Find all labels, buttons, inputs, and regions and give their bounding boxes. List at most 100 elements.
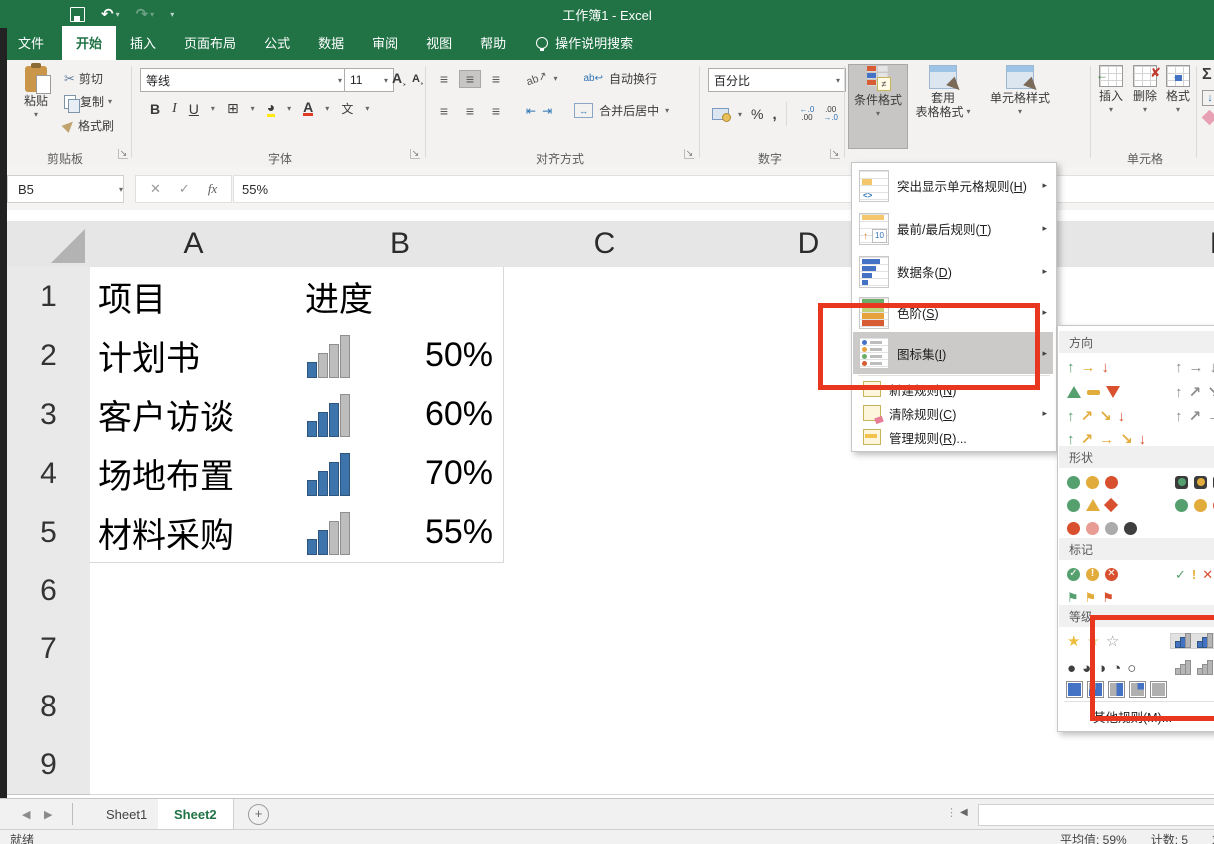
wrap-text-button[interactable]: 自动换行 (609, 70, 657, 87)
cell-D7[interactable] (706, 620, 912, 679)
horizontal-scrollbar[interactable] (978, 804, 1214, 826)
font-name-combo[interactable]: 等线▾ (140, 68, 348, 92)
icon-set-row[interactable] (1059, 517, 1214, 539)
clipboard-dialog-launcher[interactable]: ↘ (118, 149, 128, 159)
row-header-8[interactable]: 8 (7, 678, 91, 737)
cell-D9[interactable] (706, 736, 912, 795)
sheet-tab-sheet2[interactable]: Sheet2 (158, 799, 234, 831)
icon-set-option[interactable]: ⚑⚑⚑ (1059, 591, 1171, 604)
bold-button[interactable]: B (150, 101, 160, 117)
borders-button[interactable]: ⊞ (227, 100, 239, 117)
menu-item-1[interactable]: <>突出显示单元格规则(H)▸ (853, 164, 1053, 207)
increase-decimal-button[interactable]: ←.0.00 (800, 106, 815, 122)
align-left-button[interactable]: ≡ (434, 103, 454, 119)
sheet-nav-prev[interactable]: ◀ (22, 808, 30, 821)
tab-view[interactable]: 视图 (412, 26, 466, 60)
grow-font-button[interactable]: A˲ (392, 70, 407, 86)
cell-A2[interactable]: 计划书 (90, 326, 298, 386)
cut-button[interactable]: ✂剪切 (64, 70, 103, 87)
column-header-F[interactable]: F (1117, 221, 1214, 268)
format-as-table-button[interactable]: 套用 表格格式▾ (913, 65, 973, 119)
cell-F9[interactable] (1117, 736, 1214, 795)
font-dialog-launcher[interactable]: ↘ (410, 149, 420, 159)
tab-file[interactable]: 文件 (0, 26, 62, 60)
cancel-icon[interactable]: ✕ (150, 181, 161, 197)
number-format-combo[interactable]: 百分比▾ (708, 68, 846, 92)
cell-C5[interactable] (503, 503, 707, 563)
name-box[interactable]: B5▾ (7, 175, 124, 203)
save-button[interactable] (70, 7, 85, 22)
row-header-9[interactable]: 9 (7, 736, 91, 795)
tab-help[interactable]: 帮助 (466, 26, 520, 60)
sheet-nav-next[interactable]: ▶ (44, 808, 52, 821)
cell-B1[interactable]: 进度 (297, 267, 504, 327)
menu-item-3[interactable]: 数据条(D)▸ (853, 250, 1053, 293)
cell-B6[interactable] (297, 562, 504, 621)
clear-button[interactable] (1202, 110, 1214, 126)
column-header-C[interactable]: C (503, 221, 707, 268)
icon-set-option[interactable]: ✓!✕ (1171, 568, 1213, 581)
row-header-6[interactable]: 6 (7, 562, 91, 621)
cell-A9[interactable] (90, 736, 298, 795)
font-color-button[interactable]: A (303, 101, 313, 116)
cell-A8[interactable] (90, 678, 298, 737)
menu-item-2[interactable]: 10↑最前/最后规则(T)▸ (853, 207, 1053, 250)
cell-E9[interactable] (911, 736, 1118, 795)
cell-F1[interactable] (1117, 267, 1214, 327)
row-header-5[interactable]: 5 (7, 503, 91, 563)
undo-button[interactable]: ↶▾ (101, 5, 120, 23)
cell-D4[interactable] (706, 444, 912, 504)
row-header-3[interactable]: 3 (7, 385, 91, 445)
icon-set-row[interactable]: ↑↗↘↓↑↗→ (1059, 405, 1214, 427)
cell-D6[interactable] (706, 562, 912, 621)
icon-set-option[interactable]: ↑↗→↘↓ (1059, 432, 1171, 447)
cell-D8[interactable] (706, 678, 912, 737)
icon-set-option[interactable] (1059, 476, 1171, 489)
top-align-button[interactable]: ≡ (434, 75, 454, 83)
sheet-tab-sheet1[interactable]: Sheet1 (90, 799, 164, 829)
redo-button[interactable]: ↷▾ (136, 5, 155, 23)
cell-B8[interactable] (297, 678, 504, 737)
underline-button[interactable]: U (189, 101, 199, 117)
align-center-button[interactable]: ≡ (460, 103, 480, 119)
cell-B3[interactable]: 60% (297, 385, 504, 445)
middle-align-button[interactable]: ≡ (460, 71, 480, 87)
align-right-button[interactable]: ≡ (486, 103, 506, 119)
add-sheet-button[interactable]: + (248, 804, 269, 825)
copy-button[interactable]: 复制▾ (64, 93, 112, 110)
increase-indent-button[interactable]: ⇥ (542, 104, 552, 118)
tell-me-search[interactable]: 操作说明搜索 (536, 33, 633, 60)
icon-set-row[interactable] (1059, 494, 1214, 516)
merge-center-button[interactable]: 合并后居中 (599, 102, 659, 119)
cell-B7[interactable] (297, 620, 504, 679)
format-painter-button[interactable]: 格式刷 (64, 117, 114, 134)
bottom-align-button[interactable]: ≡ (486, 71, 506, 87)
conditional-formatting-button[interactable]: ≠ 条件格式 ▾ (849, 65, 907, 148)
cell-C4[interactable] (503, 444, 707, 504)
percent-style-button[interactable]: % (751, 106, 763, 122)
cell-C3[interactable] (503, 385, 707, 445)
tab-review[interactable]: 审阅 (358, 26, 412, 60)
cell-C6[interactable] (503, 562, 707, 621)
comma-style-button[interactable]: , (772, 106, 776, 123)
cell-C7[interactable] (503, 620, 707, 679)
icon-set-option[interactable]: ✓!✕ (1059, 568, 1171, 581)
icon-set-option[interactable]: ↑↗↘↓ (1059, 409, 1171, 424)
icon-set-option[interactable] (1059, 522, 1171, 535)
insert-function-button[interactable]: fx (208, 181, 217, 197)
row-header-4[interactable]: 4 (7, 444, 91, 504)
shrink-font-button[interactable]: A˳ (412, 73, 424, 85)
cell-C1[interactable] (503, 267, 707, 327)
column-header-B[interactable]: B (297, 221, 504, 268)
icon-set-option[interactable] (1171, 476, 1214, 489)
icon-set-option[interactable]: ↑↗↘ (1171, 385, 1214, 400)
row-header-7[interactable]: 7 (7, 620, 91, 679)
menu-item-7[interactable]: 清除规则(C)▸ (853, 401, 1053, 425)
tab-page-layout[interactable]: 页面布局 (170, 26, 250, 60)
delete-cells-button[interactable]: ✘ 删除 ▾ (1130, 65, 1160, 117)
cell-A1[interactable]: 项目 (90, 267, 298, 327)
cell-A6[interactable] (90, 562, 298, 621)
number-dialog-launcher[interactable]: ↘ (830, 149, 840, 159)
phonetic-button[interactable]: 文 (341, 100, 353, 117)
cell-C9[interactable] (503, 736, 707, 795)
